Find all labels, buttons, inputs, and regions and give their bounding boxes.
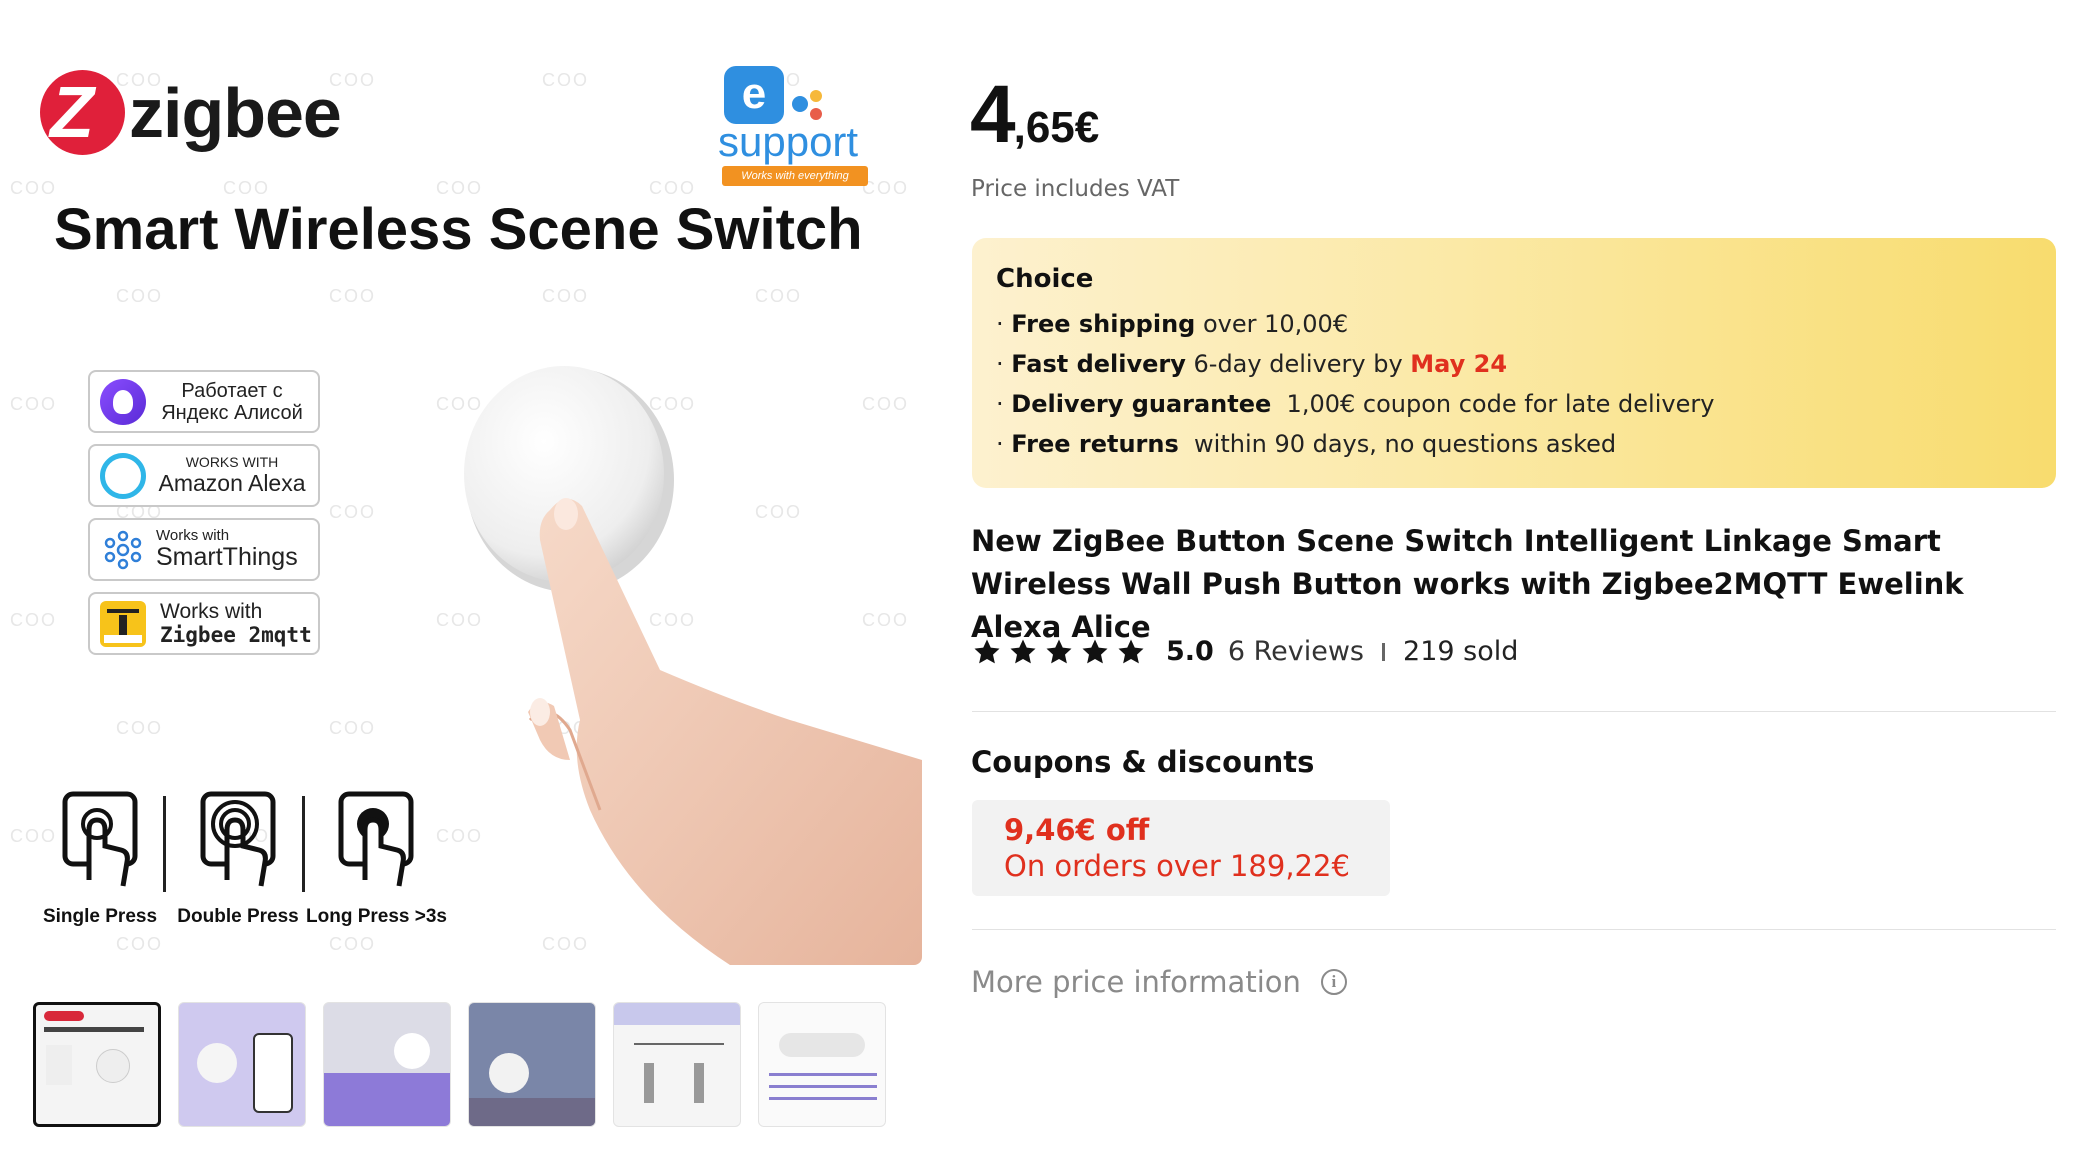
thumbnail-1[interactable]	[33, 1002, 161, 1127]
divider	[972, 929, 2056, 930]
reviews-link[interactable]: 6 Reviews	[1228, 636, 1364, 667]
thumbnail-6[interactable]	[758, 1002, 886, 1127]
choice-title: Choice	[996, 264, 1094, 294]
single-press-icon	[61, 790, 139, 890]
long-press-icon	[337, 790, 415, 890]
star-icon	[974, 639, 1000, 663]
star-icon	[1118, 639, 1144, 663]
watermark-text: COO	[10, 178, 58, 198]
double-press-icon	[199, 790, 277, 890]
more-price-label: More price information	[971, 965, 1301, 999]
watermark-text: COO	[116, 718, 164, 738]
badge-smartthings: Works with SmartThings	[88, 518, 320, 581]
press-modes: Single Press Double Press Long Press >3s	[30, 790, 470, 940]
badge-yandex-alice: Работает с Яндекс Алисой	[88, 370, 320, 433]
main-product-image[interactable]: COO COO COO COO COO COO COO COO COO COO COO COO COO C…	[10, 40, 922, 965]
watermark-text: COO	[755, 286, 803, 306]
sold-count: 219 sold	[1403, 636, 1519, 667]
esupport-e-icon: e	[724, 66, 784, 124]
image-headline: Smart Wireless Scene Switch	[54, 197, 863, 262]
coupon-card[interactable]: 9,46€ off On orders over 189,22€	[972, 800, 1390, 896]
watermark-text: COO	[329, 502, 377, 522]
thumbnail-3[interactable]	[323, 1002, 451, 1127]
press-mode-single: Single Press	[30, 790, 170, 928]
alexa-icon	[100, 452, 146, 499]
watermark-text: COO	[10, 610, 58, 630]
rating-row: 5.0 6 Reviews 219 sold	[972, 636, 1518, 667]
product-title: New ZigBee Button Scene Switch Intellige…	[971, 524, 1964, 644]
watermark-text: COO	[542, 286, 590, 306]
watermark-text: COO	[329, 286, 377, 306]
star-icon	[1010, 639, 1036, 663]
more-price-information[interactable]: More price information i	[971, 965, 1347, 999]
benefit-delivery-guarantee: · Delivery guarantee 1,00€ coupon code f…	[996, 390, 1715, 418]
rating-value: 5.0	[1166, 636, 1214, 667]
zigbee2mqtt-icon	[100, 600, 146, 647]
badge-zigbee2mqtt: Works with Zigbee 2mqtt	[88, 592, 320, 655]
alice-icon	[100, 378, 146, 425]
zigbee-logo: Z zigbee	[40, 70, 342, 155]
coupon-amount: 9,46€ off	[1004, 813, 1150, 847]
esupport-logo: e support Works with everything	[712, 66, 872, 191]
esupport-tagline: Works with everything	[722, 166, 868, 186]
press-mode-long: Long Press >3s	[306, 790, 447, 928]
badge-amazon-alexa: WORKS WITH Amazon Alexa	[88, 444, 320, 507]
watermark-text: COO	[10, 394, 58, 414]
star-icon	[1046, 639, 1072, 663]
thumbnail-strip	[33, 1002, 886, 1127]
separator	[1382, 642, 1386, 661]
watermark-text: COO	[329, 718, 377, 738]
smartthings-icon	[100, 527, 146, 573]
benefit-free-shipping: · Free shipping over 10,00€	[996, 310, 1349, 338]
zigbee-mark-icon: Z	[40, 70, 125, 155]
thumbnail-5[interactable]	[613, 1002, 741, 1127]
thumbnail-4[interactable]	[468, 1002, 596, 1127]
coupon-condition: On orders over 189,22€	[1004, 849, 1350, 883]
coupons-title: Coupons & discounts	[971, 745, 1315, 779]
watermark-text: COO	[542, 70, 590, 90]
benefit-free-returns: · Free returns within 90 days, no questi…	[996, 430, 1617, 458]
switch-with-hand-illustration	[430, 340, 922, 965]
thumbnail-2[interactable]	[178, 1002, 306, 1127]
divider	[972, 711, 2056, 712]
press-mode-double: Double Press	[168, 790, 308, 928]
rating-stars	[972, 637, 1152, 667]
esupport-wordmark: support	[718, 118, 859, 165]
choice-benefits-box[interactable]: Choice · Free shipping over 10,00€ · Fas…	[972, 238, 2056, 488]
watermark-text: COO	[116, 286, 164, 306]
info-icon[interactable]: i	[1320, 969, 1347, 995]
product-price: 4,65€	[970, 69, 1100, 160]
zigbee-wordmark: zigbee	[129, 73, 342, 152]
benefit-fast-delivery: · Fast delivery 6-day delivery by May 24	[996, 350, 1508, 378]
star-icon	[1082, 639, 1108, 663]
vat-note: Price includes VAT	[971, 176, 1180, 202]
